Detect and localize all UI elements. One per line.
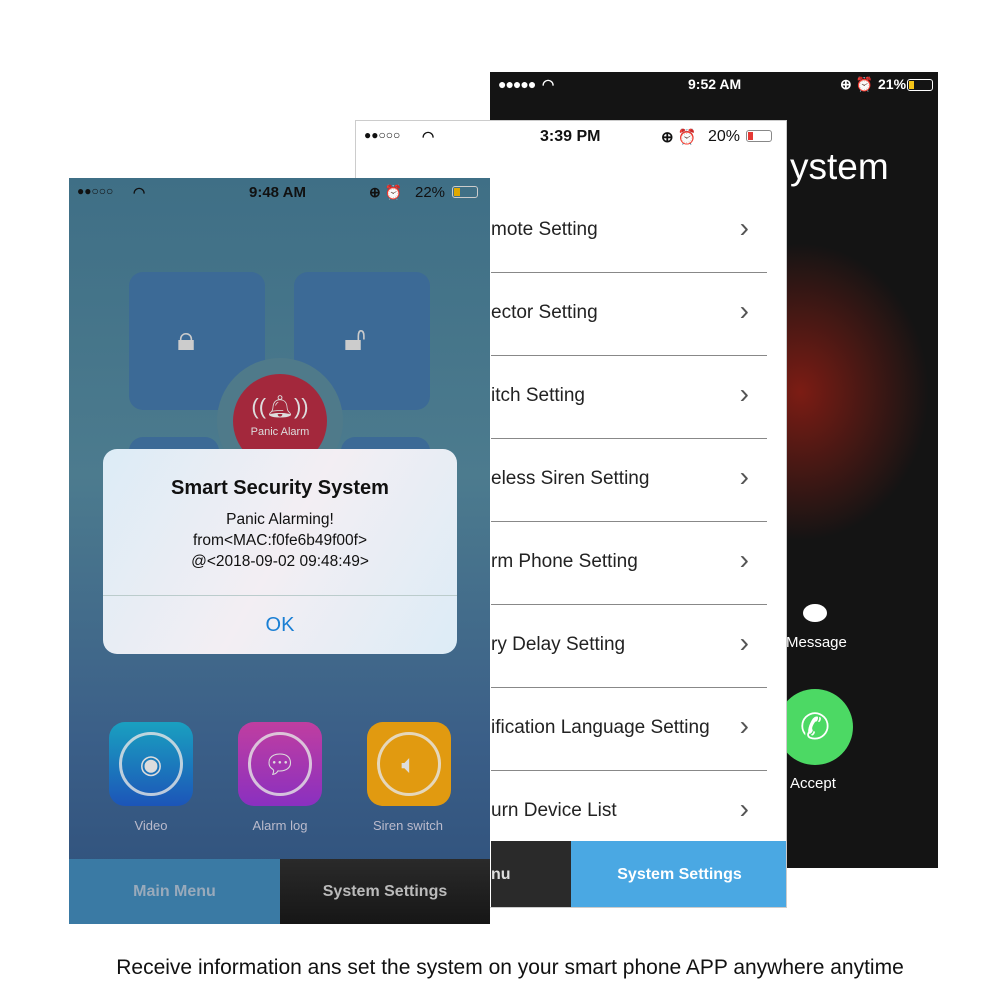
dialog-title: Smart Security System — [171, 477, 389, 499]
unlock-icon: 🔓︎ — [344, 320, 367, 358]
settings-row-label: rm Phone Setting — [491, 551, 638, 572]
settings-row-label: mote Setting — [491, 219, 598, 240]
settings-row-label: ry Delay Setting — [491, 634, 626, 655]
tab-system-settings[interactable]: System Settings — [571, 841, 786, 907]
message-button[interactable]: Message — [786, 634, 847, 651]
alarm-log-label: Alarm log — [252, 818, 308, 833]
status-bar: ●●●●● ◠ 9:52 AM ⊕ ⏰ 21% — [490, 72, 938, 96]
signal-icon: ●●●●● — [498, 76, 536, 92]
chevron-right-icon: › — [739, 461, 749, 492]
panic-label: Panic Alarm — [250, 426, 310, 438]
siren-switch-label: Siren switch — [372, 818, 444, 833]
wifi-icon: ◠ — [422, 128, 435, 144]
status-bar: ●●○○○ ◠ 9:48 AM ⊕ ⏰ 22% — [69, 180, 490, 204]
settings-row-label: ector Setting — [491, 302, 598, 323]
tab-label: System Settings — [617, 866, 742, 883]
settings-row[interactable]: mote Setting › — [491, 190, 767, 273]
status-time: 9:48 AM — [249, 184, 306, 201]
battery-icon — [744, 127, 772, 143]
settings-row-label: eless Siren Setting — [491, 468, 650, 489]
dialog-message: Panic Alarming! — [226, 511, 334, 528]
rotation-lock-icon: ⊕ ⏰ — [840, 76, 874, 92]
settings-row[interactable]: ry Delay Setting › — [491, 605, 767, 688]
settings-row[interactable]: itch Setting › — [491, 356, 767, 439]
settings-row-label: urn Device List — [491, 800, 617, 821]
chevron-right-icon: › — [739, 378, 749, 409]
bell-icon: ((🔔︎)) — [251, 394, 309, 419]
chevron-right-icon: › — [739, 793, 749, 824]
battery-percent: 20% — [708, 128, 741, 145]
wifi-icon: ◠ — [133, 184, 146, 200]
settings-row[interactable]: ification Language Setting › — [491, 688, 767, 771]
status-time: 3:39 PM — [540, 128, 601, 145]
rotation-lock-icon: ⊕ ⏰ — [369, 184, 403, 200]
status-bar: ●●○○○ ◠ 3:39 PM ⊕ ⏰ 20% — [356, 124, 786, 148]
settings-row-label: itch Setting — [491, 385, 585, 406]
signal-icon: ●●○○○ — [77, 184, 114, 198]
ok-button[interactable]: OK — [103, 596, 457, 654]
accept-call-button[interactable]: ✆ — [777, 689, 853, 765]
tab-main-menu[interactable]: nu — [491, 841, 571, 907]
tab-main-menu[interactable]: Main Menu — [69, 859, 280, 924]
signal-icon: ●●○○○ — [364, 128, 401, 142]
tab-label: nu — [491, 866, 511, 883]
battery-icon — [905, 76, 933, 92]
settings-row-label: ification Language Setting — [491, 717, 710, 738]
caller-title: ystem — [790, 146, 889, 187]
rotation-lock-icon: ⊕ ⏰ — [661, 129, 697, 146]
settings-row[interactable]: ector Setting › — [491, 273, 767, 356]
status-time: 9:52 AM — [688, 76, 742, 92]
camera-icon: ◉ — [119, 732, 183, 796]
battery-icon — [450, 183, 478, 199]
settings-row[interactable]: rm Phone Setting › — [491, 522, 767, 605]
tab-label: System Settings — [322, 883, 448, 900]
alarm-log-button[interactable]: 💬︎ — [238, 722, 322, 806]
tab-system-settings[interactable]: System Settings — [280, 859, 490, 924]
settings-row[interactable]: eless Siren Setting › — [491, 439, 767, 522]
video-label: Video — [134, 818, 168, 833]
chevron-right-icon: › — [739, 627, 749, 658]
message-icon[interactable] — [803, 604, 827, 622]
speaker-icon: 🔈︎ — [377, 732, 441, 796]
video-button[interactable]: ◉ — [109, 722, 193, 806]
lock-icon: 🔒︎ — [177, 320, 196, 358]
accept-label: Accept — [790, 775, 836, 792]
battery-percent: 22% — [415, 184, 446, 201]
alert-dialog: Smart Security System Panic Alarming! fr… — [103, 449, 457, 654]
chevron-right-icon: › — [739, 295, 749, 326]
wifi-icon: ◠ — [542, 76, 555, 92]
tab-label: Main Menu — [133, 883, 216, 900]
phone-icon: ✆ — [799, 706, 831, 747]
chevron-right-icon: › — [739, 212, 749, 243]
chat-icon: 💬︎ — [248, 732, 312, 796]
battery-percent: 21% — [878, 76, 907, 92]
dialog-mac: from<MAC:f0fe6b49f00f> — [192, 532, 368, 549]
chevron-right-icon: › — [739, 544, 749, 575]
siren-switch-button[interactable]: 🔈︎ — [367, 722, 451, 806]
dialog-timestamp: @<2018-09-02 09:48:49> — [191, 553, 369, 570]
caption: Receive information ans set the system o… — [116, 956, 904, 979]
chevron-right-icon: › — [739, 710, 749, 741]
main-menu-screen: ●●○○○ ◠ 9:48 AM ⊕ ⏰ 22% 🔒︎ 🔓︎ ((🔔︎)) Pan… — [69, 178, 490, 924]
